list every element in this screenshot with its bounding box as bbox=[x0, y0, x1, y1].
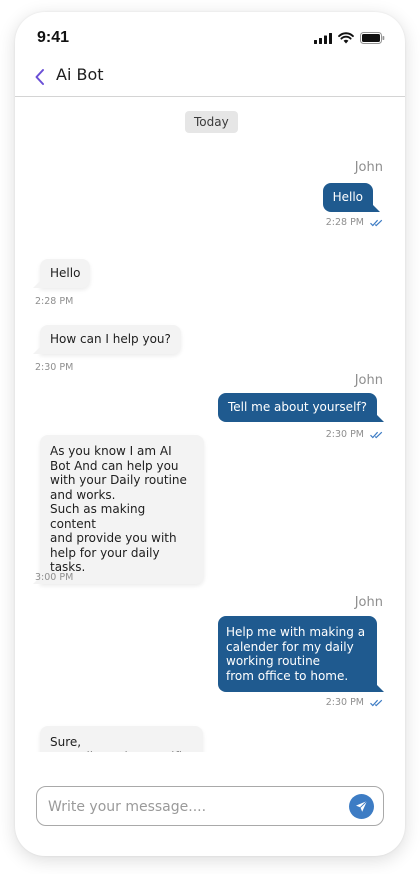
sender-name: John bbox=[354, 373, 383, 388]
double-check-icon bbox=[370, 219, 383, 226]
message-meta: 2:28 PM bbox=[35, 296, 73, 307]
battery-icon bbox=[360, 32, 385, 44]
message-meta: 3:00 PM bbox=[35, 572, 73, 583]
chat-area[interactable]: Today John Hello 2:28 PM Hello 2:28 PM H… bbox=[15, 97, 405, 752]
status-bar: 9:41 bbox=[15, 12, 405, 64]
message-time: 3:00 PM bbox=[35, 572, 74, 583]
date-divider: Today bbox=[185, 111, 238, 133]
message-time: 2:30 PM bbox=[35, 362, 74, 373]
message-time: 2:28 PM bbox=[35, 296, 74, 307]
chevron-left-icon[interactable] bbox=[33, 67, 47, 87]
sender-name: John bbox=[354, 160, 383, 175]
outgoing-message[interactable]: Hello bbox=[322, 183, 381, 212]
message-meta: 2:28 PM bbox=[326, 217, 383, 228]
incoming-message[interactable]: Sure, But tell me the specific bbox=[40, 726, 203, 752]
sender-name: John bbox=[354, 595, 383, 610]
message-input[interactable] bbox=[46, 794, 345, 820]
message-composer bbox=[36, 786, 384, 826]
wifi-icon bbox=[338, 32, 354, 44]
status-time: 9:41 bbox=[37, 29, 70, 46]
outgoing-message[interactable]: Help me with making a calender for my da… bbox=[218, 616, 384, 692]
phone-frame: 9:41 Ai Bot Today John Hello 2:28 PM Hel… bbox=[15, 12, 405, 856]
chat-title: Ai Bot bbox=[56, 65, 104, 84]
incoming-message[interactable]: Hello bbox=[32, 259, 91, 288]
status-icons bbox=[314, 32, 385, 44]
incoming-message[interactable]: As you know I am AI Bot And can help you… bbox=[33, 435, 204, 584]
outgoing-message[interactable]: Tell me about yourself? bbox=[217, 393, 385, 422]
incoming-message[interactable]: How can I help you? bbox=[33, 325, 181, 354]
message-time: 2:30 PM bbox=[325, 697, 364, 708]
paper-plane-icon bbox=[356, 800, 368, 812]
chat-header: Ai Bot bbox=[15, 64, 405, 97]
message-time: 2:30 PM bbox=[325, 429, 364, 440]
double-check-icon bbox=[370, 431, 383, 438]
message-meta: 2:30 PM bbox=[326, 429, 383, 440]
message-meta: 2:30 PM bbox=[35, 362, 73, 373]
message-meta: 2:30 PM bbox=[326, 697, 383, 708]
cellular-signal-icon bbox=[314, 32, 332, 44]
send-button[interactable] bbox=[349, 794, 374, 819]
double-check-icon bbox=[370, 699, 383, 706]
message-time: 2:28 PM bbox=[325, 217, 364, 228]
